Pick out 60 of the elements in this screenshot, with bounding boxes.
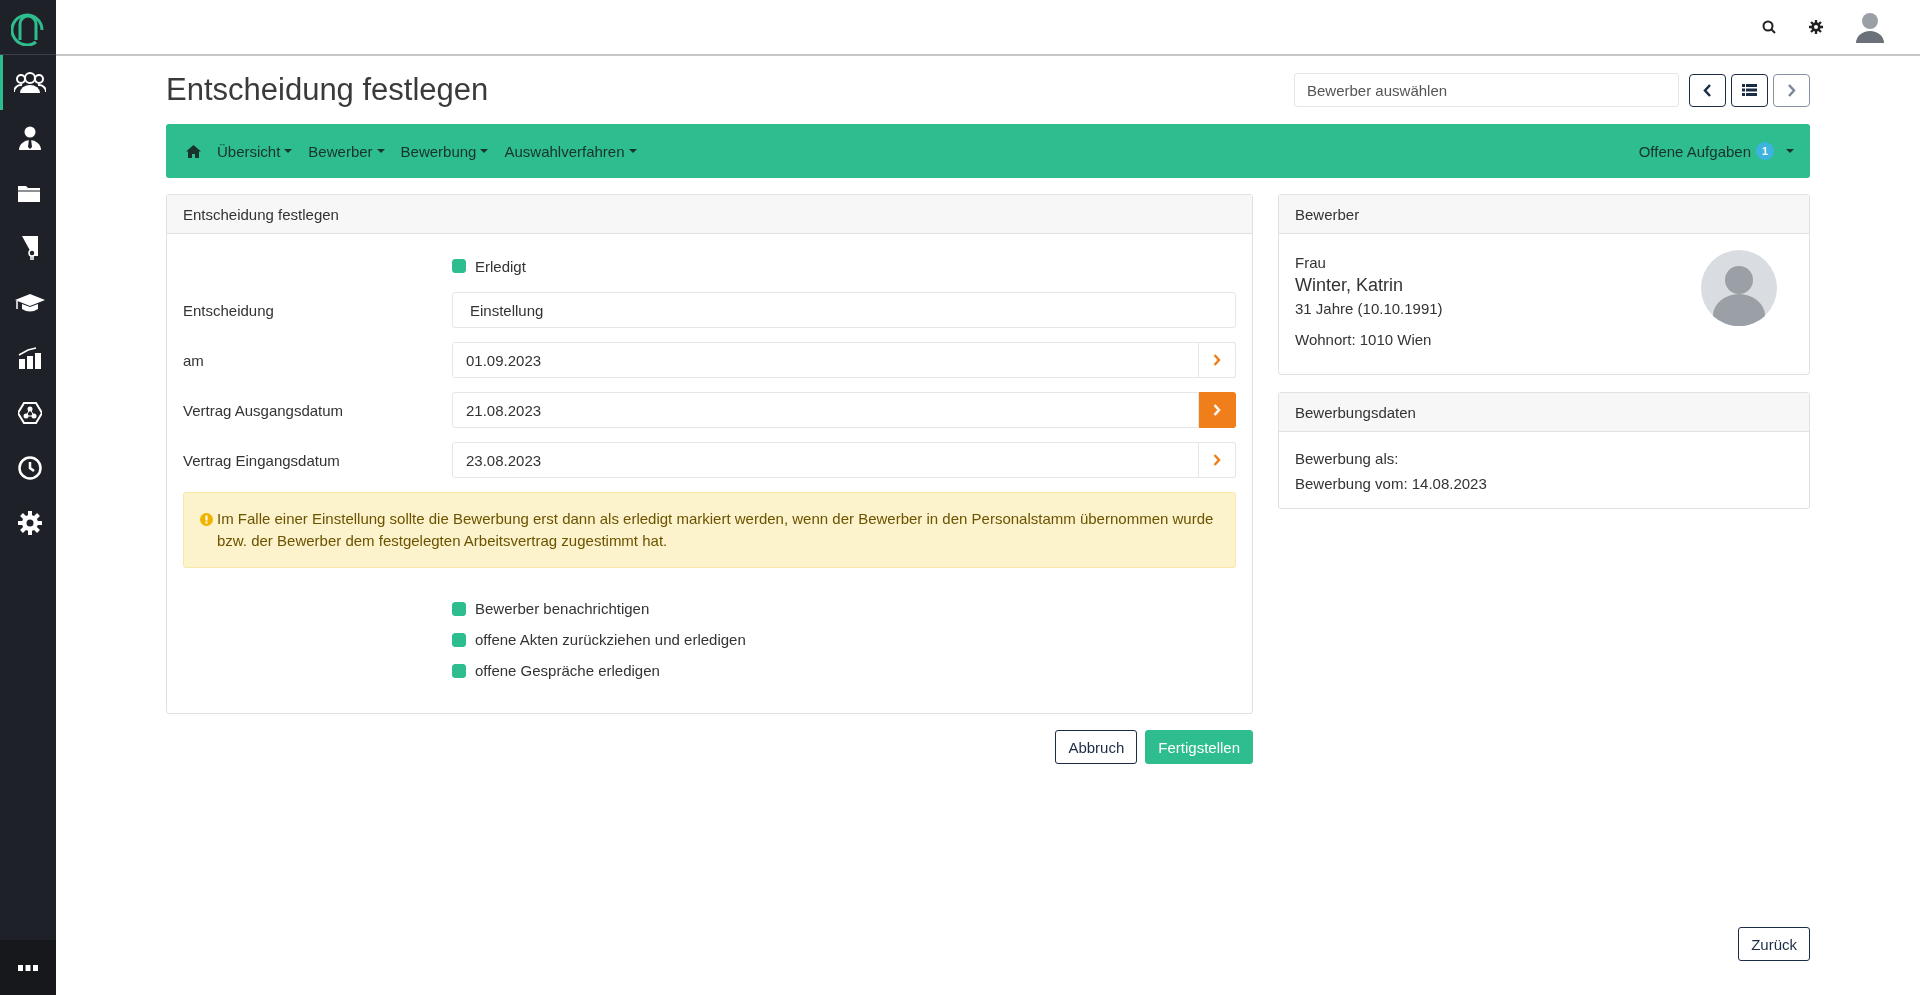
next-button[interactable] [1773,73,1810,107]
warning-text: Im Falle einer Einstellung sollte die Bewerbung erst dann als erledigt markiert werden, wenn der Bewerber in den Personalstamm übernommen wurde bzw. der Bewerber dem festgelegten Arbeitsvertrag zugestimmt hat. [217,509,1215,551]
settings-icon[interactable] [1809,20,1823,34]
nav-menu[interactable]: Auswahlverfahren [504,142,637,160]
applicant-name: Winter, Katrin [1295,275,1405,296]
person-icon [18,125,41,150]
cancel-button[interactable]: Abbruch [1055,730,1138,764]
checkbox-square[interactable] [452,632,466,647]
application-info: Bewerbung als: [1295,450,1400,467]
option-checkbox[interactable]: offene Gespräche erledigen [452,662,1236,679]
date-field[interactable]: 21.08.2023 [452,392,1199,428]
chevron-right-icon [1213,354,1221,366]
more-menu[interactable] [0,940,56,995]
done-checkbox[interactable]: Erledigt [452,257,526,275]
card-title: Entscheidung festlegen [167,195,1252,234]
folder-icon [17,183,42,202]
date-field[interactable]: 23.08.2023 [452,442,1199,478]
salutation: Frau [1295,254,1327,271]
home-icon[interactable] [186,144,201,158]
checkbox-square[interactable] [452,259,466,273]
nav-menu[interactable]: Übersicht [217,142,293,160]
user-avatar-icon[interactable] [1856,11,1884,43]
task-count-badge: 1 [1756,142,1774,160]
field-label: Vertrag Eingangsdatum [183,451,341,469]
more-dots-icon [18,964,38,971]
checkbox-square[interactable] [452,663,466,678]
date-field[interactable]: 01.09.2023 [452,342,1199,378]
warning-icon [200,513,213,526]
applicant-age: 31 Jahre (10.10.1991) [1295,300,1443,317]
clock-icon [17,455,42,480]
people-icon [13,71,46,94]
list-button[interactable] [1731,73,1768,107]
settings-icon [17,510,42,535]
card-title: Bewerbungsdaten [1279,393,1809,432]
page-title: Entscheidung festlegen [166,72,489,108]
field-label: am [183,351,205,369]
list-icon [1742,84,1757,96]
network-hexagon-icon [17,400,42,425]
chevron-right-icon [1213,404,1221,416]
bar-chart-icon [17,346,42,369]
applicant-select-field[interactable]: Bewerber auswählen [1294,73,1679,107]
nav-menu[interactable]: Bewerber [308,142,385,160]
chevron-left-icon [1703,83,1712,97]
decision-field[interactable]: Einstellung [452,292,1236,328]
field-label: Vertrag Ausgangsdatum [183,401,345,419]
checkbox-square[interactable] [452,601,466,616]
applicant-residence: Wohnort: 1010 Wien [1295,331,1433,348]
option-checkbox[interactable]: Bewerber benachrichtigen [452,600,1236,617]
graduation-cap-icon [14,293,45,312]
field-label: Entscheidung [183,301,275,319]
search-icon[interactable] [1762,20,1776,34]
previous-button[interactable] [1689,73,1726,107]
chevron-right-icon [1213,454,1221,466]
application-info: Bewerbung vom: 14.08.2023 [1295,475,1488,492]
back-button[interactable]: Zurück [1738,927,1810,961]
option-checkbox[interactable]: offene Akten zurückziehen und erledigen [452,631,1236,648]
card-title: Bewerber [1279,195,1809,234]
nav-menu[interactable]: Bewerbung [400,142,489,160]
open-tasks-menu[interactable]: Offene Aufgaben 1 [1638,142,1794,160]
chevron-right-icon [1787,83,1796,97]
